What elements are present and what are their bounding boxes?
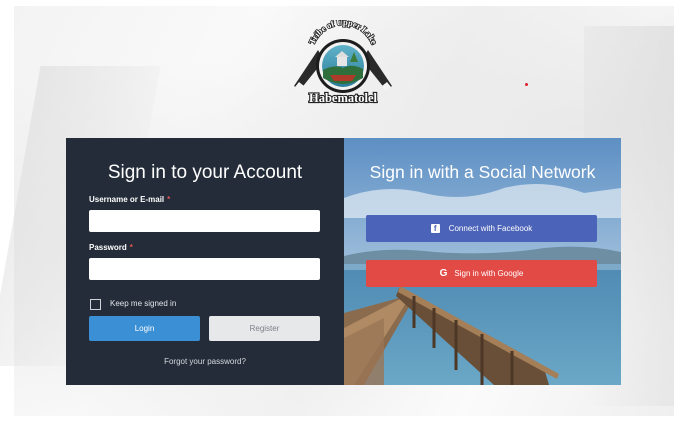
social-panel: Sign in with a Social Network f Connect … [344,138,621,385]
username-label: Username or E-mail * [89,195,170,204]
password-label-text: Password [89,243,127,252]
google-icon: G [439,268,448,279]
facebook-button-label: Connect with Facebook [448,224,533,233]
google-button-label: Sign in with Google [454,269,524,278]
login-button[interactable]: Login [89,316,200,341]
keep-signed-in-checkbox[interactable] [90,299,101,310]
keep-signed-in-label: Keep me signed in [110,299,177,308]
signin-panel: Sign in to your Account Username or E-ma… [66,138,344,385]
facebook-icon: f [430,224,440,233]
username-label-text: Username or E-mail [89,195,165,204]
login-card: Sign in to your Account Username or E-ma… [66,138,621,385]
register-button[interactable]: Register [209,316,320,341]
password-label: Password * [89,243,133,252]
password-input[interactable] [89,258,320,280]
social-title: Sign in with a Social Network [369,162,596,182]
facebook-button[interactable]: f Connect with Facebook [366,215,597,242]
signin-title: Sign in to your Account [107,162,303,183]
tribe-logo: Tribe of Upper Lake Habematolel [294,20,392,106]
required-mark: * [129,243,133,252]
logo-name: Habematolel [309,91,378,105]
google-button[interactable]: G Sign in with Google [366,260,597,287]
background-dot [525,83,528,86]
username-input[interactable] [89,210,320,232]
forgot-password-link[interactable]: Forgot your password? [66,357,344,366]
required-mark: * [167,195,171,204]
